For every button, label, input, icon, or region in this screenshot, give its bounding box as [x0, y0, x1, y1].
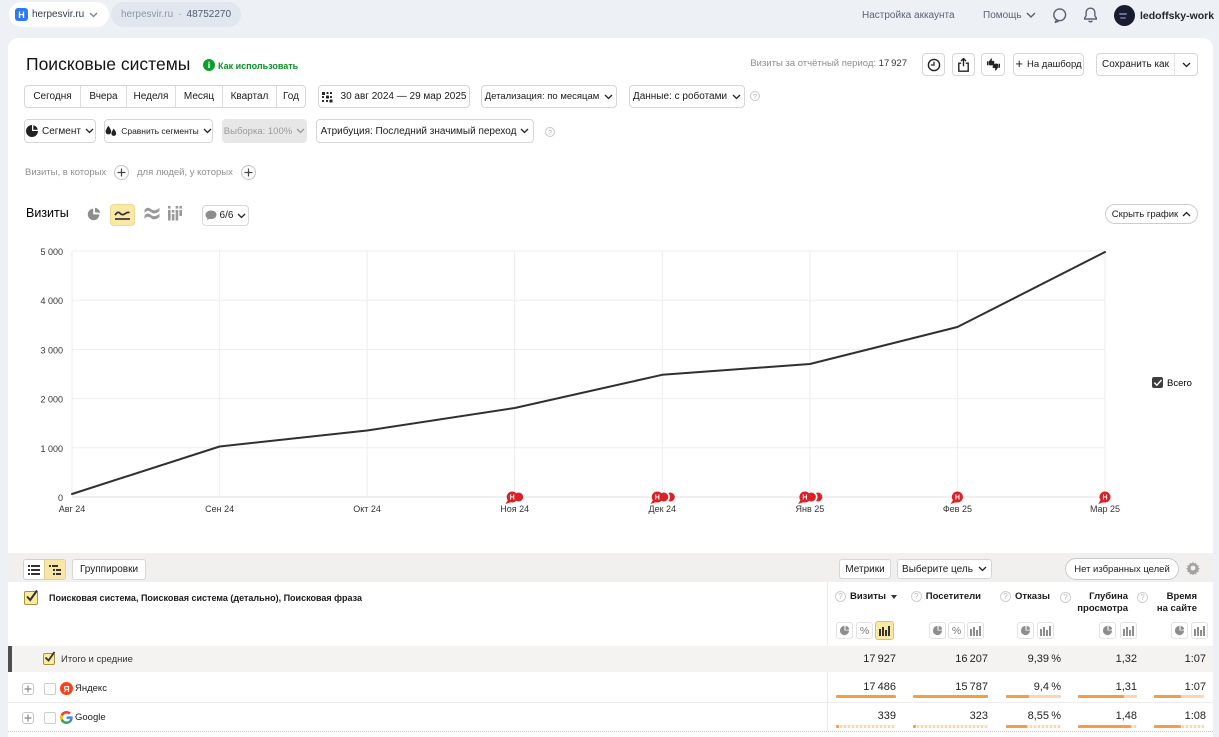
svg-text:Мар 25: Мар 25 — [1090, 504, 1120, 514]
svg-text:Ноя 24: Ноя 24 — [500, 504, 529, 514]
svg-text:Всего: Всего — [1167, 378, 1192, 389]
svg-text:4 000: 4 000 — [40, 296, 63, 306]
svg-text:Фев 25: Фев 25 — [943, 504, 972, 514]
svg-text:Дек 24: Дек 24 — [649, 504, 677, 514]
svg-text:Окт 24: Окт 24 — [353, 504, 381, 514]
svg-text:Янв 25: Янв 25 — [796, 504, 825, 514]
svg-text:Сен 24: Сен 24 — [205, 504, 234, 514]
svg-text:Н: Н — [802, 494, 807, 501]
svg-text:5 000: 5 000 — [40, 247, 63, 257]
svg-text:2 000: 2 000 — [40, 395, 63, 405]
svg-text:1 000: 1 000 — [40, 444, 63, 454]
svg-text:Н: Н — [1102, 494, 1107, 501]
svg-text:Н: Н — [955, 494, 960, 501]
svg-text:Авг 24: Авг 24 — [59, 504, 86, 514]
svg-text:Н: Н — [510, 494, 515, 501]
svg-text:3 000: 3 000 — [40, 345, 63, 355]
svg-text:0: 0 — [58, 493, 63, 503]
svg-text:Н: Н — [655, 494, 660, 501]
